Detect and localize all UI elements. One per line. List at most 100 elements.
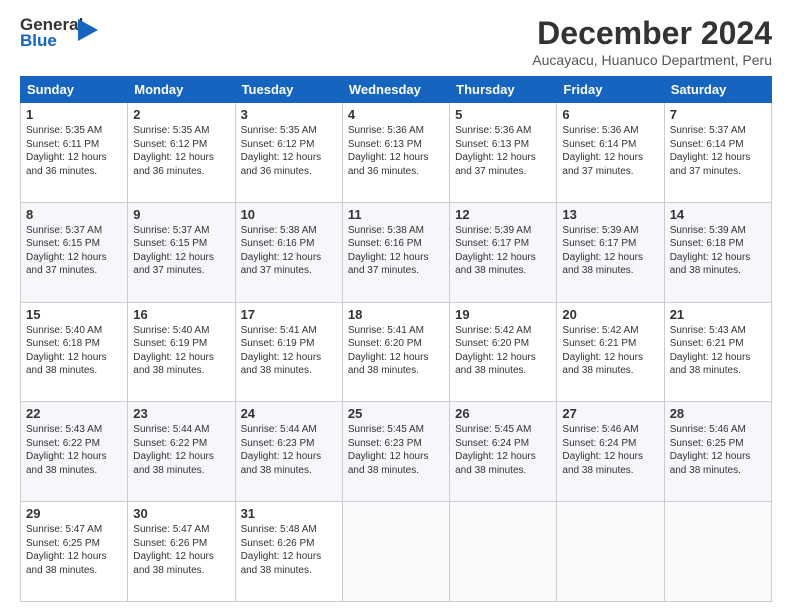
- calendar-cell: 2Sunrise: 5:35 AM Sunset: 6:12 PM Daylig…: [128, 103, 235, 203]
- logo-text-blue: Blue: [20, 31, 57, 51]
- logo: General Blue: [20, 15, 80, 51]
- cell-info: Sunrise: 5:36 AM Sunset: 6:14 PM Dayligh…: [562, 124, 658, 178]
- day-header-thursday: Thursday: [450, 77, 557, 103]
- day-header-tuesday: Tuesday: [235, 77, 342, 103]
- week-row-5: 29 Sunrise: 5:47 AM Sunset: 6:25 PM Dayli…: [21, 502, 772, 602]
- day-number: 27: [562, 406, 658, 421]
- cell-info: Sunrise: 5:43 AM Sunset: 6:21 PM Dayligh…: [670, 324, 766, 378]
- day-number: 25: [348, 406, 444, 421]
- calendar-cell: 31 Sunrise: 5:48 AM Sunset: 6:26 PM Dayli…: [235, 502, 342, 602]
- calendar-cell: 19Sunrise: 5:42 AM Sunset: 6:20 PM Dayli…: [450, 302, 557, 402]
- calendar-cell: 14Sunrise: 5:39 AM Sunset: 6:18 PM Dayli…: [664, 202, 771, 302]
- calendar-cell: 6 Sunrise: 5:36 AM Sunset: 6:14 PM Daylig…: [557, 103, 664, 203]
- day-header-monday: Monday: [128, 77, 235, 103]
- calendar-cell: 29 Sunrise: 5:47 AM Sunset: 6:25 PM Dayli…: [21, 502, 128, 602]
- day-number: 22: [26, 406, 122, 421]
- day-number: 3: [241, 107, 337, 122]
- calendar-cell: 23 Sunrise: 5:44 AM Sunset: 6:22 PM Dayli…: [128, 402, 235, 502]
- day-header-friday: Friday: [557, 77, 664, 103]
- cell-info: Sunrise: 5:37 AM Sunset: 6:14 PM Dayligh…: [670, 124, 766, 178]
- calendar-cell: 12 Sunrise: 5:39 AM Sunset: 6:17 PM Dayli…: [450, 202, 557, 302]
- day-number: 17: [241, 307, 337, 322]
- cell-info: Sunrise: 5:41 AM Sunset: 6:19 PM Dayligh…: [241, 324, 337, 378]
- calendar-cell: 18Sunrise: 5:41 AM Sunset: 6:20 PM Dayli…: [342, 302, 449, 402]
- calendar-cell: 28 Sunrise: 5:46 AM Sunset: 6:25 PM Dayli…: [664, 402, 771, 502]
- cell-info: Sunrise: 5:38 AM Sunset: 6:16 PM Dayligh…: [241, 224, 337, 278]
- cell-info: Sunrise: 5:47 AM Sunset: 6:25 PM Dayligh…: [26, 523, 122, 577]
- calendar-cell: 20 Sunrise: 5:42 AM Sunset: 6:21 PM Dayli…: [557, 302, 664, 402]
- calendar-cell: 11Sunrise: 5:38 AM Sunset: 6:16 PM Dayli…: [342, 202, 449, 302]
- calendar-cell: 9 Sunrise: 5:37 AM Sunset: 6:15 PM Daylig…: [128, 202, 235, 302]
- cell-info: Sunrise: 5:39 AM Sunset: 6:17 PM Dayligh…: [455, 224, 551, 278]
- week-row-3: 15 Sunrise: 5:40 AM Sunset: 6:18 PM Dayli…: [21, 302, 772, 402]
- calendar-cell: 1Sunrise: 5:35 AM Sunset: 6:11 PM Daylig…: [21, 103, 128, 203]
- week-row-4: 22Sunrise: 5:43 AM Sunset: 6:22 PM Dayli…: [21, 402, 772, 502]
- day-header-sunday: Sunday: [21, 77, 128, 103]
- day-number: 8: [26, 207, 122, 222]
- calendar-cell: 8 Sunrise: 5:37 AM Sunset: 6:15 PM Daylig…: [21, 202, 128, 302]
- logo-arrow-icon: [78, 19, 98, 41]
- day-number: 20: [562, 307, 658, 322]
- day-number: 31: [241, 506, 337, 521]
- cell-info: Sunrise: 5:44 AM Sunset: 6:23 PM Dayligh…: [241, 423, 337, 477]
- day-number: 2: [133, 107, 229, 122]
- header-row: SundayMondayTuesdayWednesdayThursdayFrid…: [21, 77, 772, 103]
- day-number: 14: [670, 207, 766, 222]
- calendar-cell: 15 Sunrise: 5:40 AM Sunset: 6:18 PM Dayli…: [21, 302, 128, 402]
- calendar-page: General Blue December 2024 Aucayacu, Hua…: [0, 0, 792, 612]
- day-number: 16: [133, 307, 229, 322]
- day-number: 11: [348, 207, 444, 222]
- week-row-1: 1Sunrise: 5:35 AM Sunset: 6:11 PM Daylig…: [21, 103, 772, 203]
- cell-info: Sunrise: 5:35 AM Sunset: 6:11 PM Dayligh…: [26, 124, 122, 178]
- cell-info: Sunrise: 5:37 AM Sunset: 6:15 PM Dayligh…: [133, 224, 229, 278]
- day-number: 29: [26, 506, 122, 521]
- day-number: 30: [133, 506, 229, 521]
- calendar-cell: 25 Sunrise: 5:45 AM Sunset: 6:23 PM Dayli…: [342, 402, 449, 502]
- location-subtitle: Aucayacu, Huanuco Department, Peru: [532, 52, 772, 68]
- cell-info: Sunrise: 5:46 AM Sunset: 6:25 PM Dayligh…: [670, 423, 766, 477]
- title-block: December 2024 Aucayacu, Huanuco Departme…: [532, 15, 772, 68]
- day-number: 23: [133, 406, 229, 421]
- calendar-cell: 21Sunrise: 5:43 AM Sunset: 6:21 PM Dayli…: [664, 302, 771, 402]
- day-header-wednesday: Wednesday: [342, 77, 449, 103]
- cell-info: Sunrise: 5:40 AM Sunset: 6:19 PM Dayligh…: [133, 324, 229, 378]
- day-number: 7: [670, 107, 766, 122]
- calendar-table: SundayMondayTuesdayWednesdayThursdayFrid…: [20, 76, 772, 602]
- calendar-cell: 17 Sunrise: 5:41 AM Sunset: 6:19 PM Dayli…: [235, 302, 342, 402]
- calendar-cell: 10 Sunrise: 5:38 AM Sunset: 6:16 PM Dayli…: [235, 202, 342, 302]
- day-number: 9: [133, 207, 229, 222]
- calendar-cell: 27 Sunrise: 5:46 AM Sunset: 6:24 PM Dayli…: [557, 402, 664, 502]
- cell-info: Sunrise: 5:40 AM Sunset: 6:18 PM Dayligh…: [26, 324, 122, 378]
- day-number: 15: [26, 307, 122, 322]
- calendar-cell: 4Sunrise: 5:36 AM Sunset: 6:13 PM Daylig…: [342, 103, 449, 203]
- calendar-cell: 30Sunrise: 5:47 AM Sunset: 6:26 PM Dayli…: [128, 502, 235, 602]
- cell-info: Sunrise: 5:36 AM Sunset: 6:13 PM Dayligh…: [455, 124, 551, 178]
- cell-info: Sunrise: 5:42 AM Sunset: 6:21 PM Dayligh…: [562, 324, 658, 378]
- day-number: 19: [455, 307, 551, 322]
- calendar-cell: 7 Sunrise: 5:37 AM Sunset: 6:14 PM Daylig…: [664, 103, 771, 203]
- cell-info: Sunrise: 5:37 AM Sunset: 6:15 PM Dayligh…: [26, 224, 122, 278]
- day-number: 6: [562, 107, 658, 122]
- cell-info: Sunrise: 5:46 AM Sunset: 6:24 PM Dayligh…: [562, 423, 658, 477]
- cell-info: Sunrise: 5:48 AM Sunset: 6:26 PM Dayligh…: [241, 523, 337, 577]
- day-number: 13: [562, 207, 658, 222]
- calendar-cell: 26Sunrise: 5:45 AM Sunset: 6:24 PM Dayli…: [450, 402, 557, 502]
- calendar-cell: 16 Sunrise: 5:40 AM Sunset: 6:19 PM Dayli…: [128, 302, 235, 402]
- cell-info: Sunrise: 5:45 AM Sunset: 6:23 PM Dayligh…: [348, 423, 444, 477]
- calendar-cell: [450, 502, 557, 602]
- day-number: 12: [455, 207, 551, 222]
- day-number: 26: [455, 406, 551, 421]
- calendar-cell: 22Sunrise: 5:43 AM Sunset: 6:22 PM Dayli…: [21, 402, 128, 502]
- cell-info: Sunrise: 5:39 AM Sunset: 6:17 PM Dayligh…: [562, 224, 658, 278]
- cell-info: Sunrise: 5:44 AM Sunset: 6:22 PM Dayligh…: [133, 423, 229, 477]
- day-header-saturday: Saturday: [664, 77, 771, 103]
- day-number: 28: [670, 406, 766, 421]
- week-row-2: 8 Sunrise: 5:37 AM Sunset: 6:15 PM Daylig…: [21, 202, 772, 302]
- cell-info: Sunrise: 5:35 AM Sunset: 6:12 PM Dayligh…: [241, 124, 337, 178]
- day-number: 4: [348, 107, 444, 122]
- day-number: 10: [241, 207, 337, 222]
- month-title: December 2024: [532, 15, 772, 52]
- day-number: 24: [241, 406, 337, 421]
- calendar-cell: [557, 502, 664, 602]
- calendar-cell: 13 Sunrise: 5:39 AM Sunset: 6:17 PM Dayli…: [557, 202, 664, 302]
